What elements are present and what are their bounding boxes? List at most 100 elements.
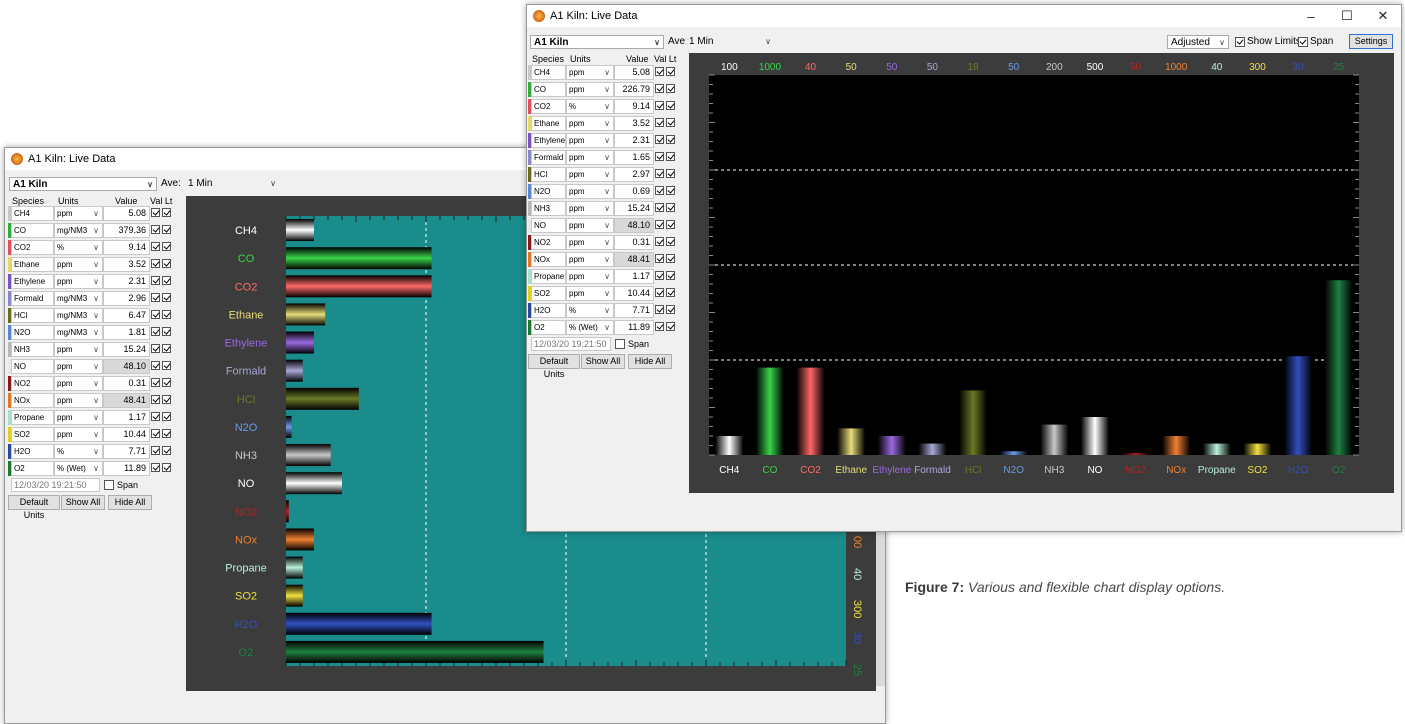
value-checkbox[interactable] <box>655 288 664 297</box>
units-select[interactable]: ppm ∨ <box>566 116 614 131</box>
units-select[interactable]: ppm ∨ <box>566 184 614 199</box>
limit-checkbox[interactable] <box>666 84 675 93</box>
units-select[interactable]: % ∨ <box>566 99 614 114</box>
limit-checkbox[interactable] <box>666 322 675 331</box>
value-checkbox[interactable] <box>655 271 664 280</box>
limit-checkbox[interactable] <box>162 378 171 387</box>
show-limits-checkbox[interactable] <box>1235 37 1245 47</box>
hide-all-button[interactable]: Hide All <box>628 354 672 369</box>
units-select[interactable]: ppm ∨ <box>566 218 614 233</box>
value-checkbox[interactable] <box>151 293 160 302</box>
units-select[interactable]: % (Wet) ∨ <box>54 461 103 476</box>
limit-checkbox[interactable] <box>666 135 675 144</box>
limit-checkbox[interactable] <box>162 446 171 455</box>
show-all-button[interactable]: Show All <box>61 495 105 510</box>
limit-checkbox[interactable] <box>162 310 171 319</box>
limit-checkbox[interactable] <box>162 259 171 268</box>
units-select[interactable]: ppm ∨ <box>54 427 103 442</box>
limit-checkbox[interactable] <box>162 412 171 421</box>
limit-checkbox[interactable] <box>162 208 171 217</box>
limit-checkbox[interactable] <box>666 271 675 280</box>
value-checkbox[interactable] <box>151 378 160 387</box>
value-checkbox[interactable] <box>151 429 160 438</box>
limit-checkbox[interactable] <box>666 67 675 76</box>
value-checkbox[interactable] <box>655 203 664 212</box>
value-checkbox[interactable] <box>151 276 160 285</box>
units-select[interactable]: ppm ∨ <box>54 359 103 374</box>
adjusted-select[interactable]: Adjusted ∨ <box>1167 35 1229 49</box>
hide-all-button[interactable]: Hide All <box>108 495 152 510</box>
units-select[interactable]: mg/NM3 ∨ <box>54 308 103 323</box>
units-select[interactable]: ppm ∨ <box>566 235 614 250</box>
settings-button[interactable]: Settings <box>1349 34 1393 49</box>
show-all-button[interactable]: Show All <box>581 354 625 369</box>
limit-checkbox[interactable] <box>162 361 171 370</box>
units-select[interactable]: ppm ∨ <box>54 257 103 272</box>
units-select[interactable]: ppm ∨ <box>566 201 614 216</box>
value-checkbox[interactable] <box>151 463 160 472</box>
value-checkbox[interactable] <box>151 395 160 404</box>
value-checkbox[interactable] <box>655 135 664 144</box>
value-checkbox[interactable] <box>151 242 160 251</box>
kiln-select[interactable]: A1 Kiln ∨ <box>9 177 157 191</box>
limit-checkbox[interactable] <box>162 242 171 251</box>
value-checkbox[interactable] <box>151 361 160 370</box>
value-checkbox[interactable] <box>655 322 664 331</box>
value-checkbox[interactable] <box>655 152 664 161</box>
units-select[interactable]: mg/NM3 ∨ <box>54 291 103 306</box>
units-select[interactable]: ppm ∨ <box>566 269 614 284</box>
limit-checkbox[interactable] <box>162 276 171 285</box>
close-button[interactable]: ✕ <box>1365 5 1401 27</box>
limit-checkbox[interactable] <box>666 101 675 110</box>
value-checkbox[interactable] <box>151 344 160 353</box>
units-select[interactable]: ppm ∨ <box>54 376 103 391</box>
units-select[interactable]: % (Wet) ∨ <box>566 320 614 335</box>
limit-checkbox[interactable] <box>666 237 675 246</box>
value-checkbox[interactable] <box>655 186 664 195</box>
units-select[interactable]: mg/NM3 ∨ <box>54 223 103 238</box>
limit-checkbox[interactable] <box>666 288 675 297</box>
limit-checkbox[interactable] <box>666 169 675 178</box>
units-select[interactable]: % ∨ <box>54 444 103 459</box>
span-checkbox[interactable] <box>615 339 625 349</box>
value-checkbox[interactable] <box>655 220 664 229</box>
units-select[interactable]: ppm ∨ <box>566 133 614 148</box>
limit-checkbox[interactable] <box>666 254 675 263</box>
limit-checkbox[interactable] <box>162 293 171 302</box>
limit-checkbox[interactable] <box>666 152 675 161</box>
limit-checkbox[interactable] <box>666 203 675 212</box>
limit-checkbox[interactable] <box>162 429 171 438</box>
value-checkbox[interactable] <box>655 305 664 314</box>
limit-checkbox[interactable] <box>666 186 675 195</box>
kiln-select[interactable]: A1 Kiln ∨ <box>530 35 664 49</box>
value-checkbox[interactable] <box>151 446 160 455</box>
limit-checkbox[interactable] <box>162 395 171 404</box>
value-checkbox[interactable] <box>655 169 664 178</box>
span-checkbox[interactable] <box>104 480 114 490</box>
limit-checkbox[interactable] <box>162 344 171 353</box>
value-checkbox[interactable] <box>151 327 160 336</box>
limit-checkbox[interactable] <box>666 118 675 127</box>
units-select[interactable]: mg/NM3 ∨ <box>54 325 103 340</box>
units-select[interactable]: ppm ∨ <box>54 274 103 289</box>
ave-select[interactable]: 1 Min ∨ <box>185 177 279 191</box>
value-checkbox[interactable] <box>655 118 664 127</box>
limit-checkbox[interactable] <box>162 225 171 234</box>
units-select[interactable]: ppm ∨ <box>54 393 103 408</box>
units-select[interactable]: ppm ∨ <box>566 252 614 267</box>
units-select[interactable]: ppm ∨ <box>54 342 103 357</box>
units-select[interactable]: ppm ∨ <box>54 206 103 221</box>
units-select[interactable]: ppm ∨ <box>566 286 614 301</box>
value-checkbox[interactable] <box>655 254 664 263</box>
units-select[interactable]: ppm ∨ <box>54 410 103 425</box>
value-checkbox[interactable] <box>151 310 160 319</box>
units-select[interactable]: % ∨ <box>54 240 103 255</box>
limit-checkbox[interactable] <box>666 305 675 314</box>
units-select[interactable]: ppm ∨ <box>566 150 614 165</box>
default-units-button[interactable]: Default Units <box>8 495 60 520</box>
value-checkbox[interactable] <box>151 412 160 421</box>
span-checkbox[interactable] <box>1298 37 1308 47</box>
units-select[interactable]: ppm ∨ <box>566 65 614 80</box>
units-select[interactable]: ppm ∨ <box>566 167 614 182</box>
value-checkbox[interactable] <box>655 84 664 93</box>
